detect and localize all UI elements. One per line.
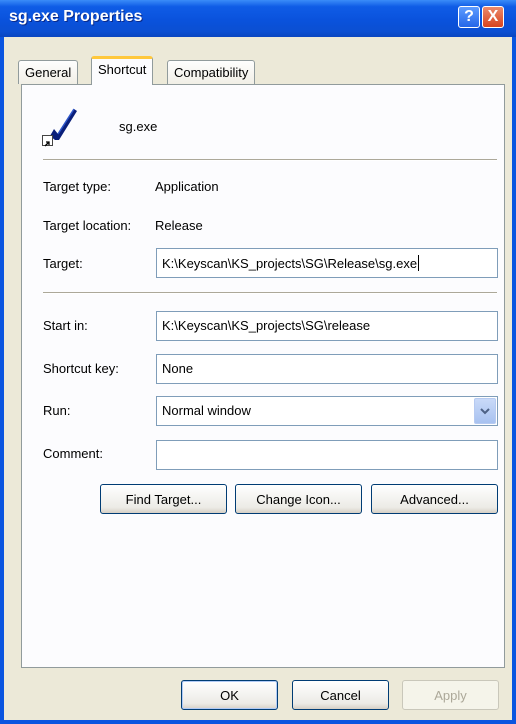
title-bar[interactable]: sg.exe Properties ? X [0,0,516,37]
start-in-label: Start in: [43,318,88,333]
tab-shortcut[interactable]: Shortcut [91,56,154,85]
close-icon: X [487,8,499,25]
run-value: Normal window [162,403,251,418]
target-field[interactable]: K:\Keyscan\KS_projects\SG\Release\sg.exe [156,248,498,278]
text-caret [418,255,420,271]
file-name: sg.exe [119,119,158,134]
shortcut-arrow-icon [42,135,53,147]
divider [43,159,497,161]
apply-button[interactable]: Apply [402,680,499,710]
run-label: Run: [43,403,71,418]
find-target-button[interactable]: Find Target... [100,484,227,514]
start-in-value: K:\Keyscan\KS_projects\SG\release [162,318,371,333]
divider [43,292,497,294]
help-button[interactable]: ? [458,6,480,28]
target-location-value: Release [155,218,203,233]
window-title: sg.exe Properties [9,8,143,25]
shortcut-key-label: Shortcut key: [43,361,119,376]
tab-compatibility[interactable]: Compatibility [167,60,256,84]
start-in-field[interactable]: K:\Keyscan\KS_projects\SG\release [156,311,498,341]
target-type-label: Target type: [43,179,111,194]
shortcut-key-value: None [162,361,194,376]
comment-field[interactable] [156,440,498,470]
run-dropdown[interactable]: Normal window [156,396,498,426]
shortcut-panel: sg.exe Target type: Application Target l… [21,84,505,668]
help-icon: ? [464,8,474,25]
dropdown-arrow-icon[interactable] [474,398,496,424]
shortcut-key-field[interactable]: None [156,354,498,384]
target-type-value: Application [155,179,219,194]
change-icon-button[interactable]: Change Icon... [235,484,362,514]
tab-general[interactable]: General [18,60,79,84]
advanced-button[interactable]: Advanced... [371,484,498,514]
ok-button[interactable]: OK [181,680,278,710]
comment-label: Comment: [43,446,103,461]
close-button[interactable]: X [482,6,504,28]
properties-window: sg.exe Properties ? X General Shortcut C… [0,0,516,724]
target-location-label: Target location: [43,218,132,233]
target-value: K:\Keyscan\KS_projects\SG\Release\sg.exe [162,256,418,271]
cancel-button[interactable]: Cancel [292,680,389,710]
target-label: Target: [43,256,83,271]
